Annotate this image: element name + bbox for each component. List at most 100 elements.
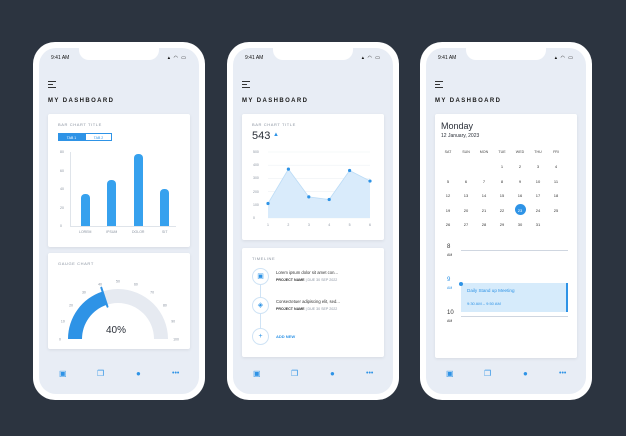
bar-chart: 80 60 40 20 0 LOREM IPSUM DOLOR SIT	[48, 114, 190, 247]
signal-wifi-battery-icon: ▴ ◠ ▭	[361, 55, 381, 61]
x-tick-label: DOLOR	[132, 230, 145, 234]
calendar-day[interactable]: 9	[513, 179, 527, 184]
calendar-day[interactable]: 3	[531, 164, 545, 169]
x-tick-label: SIT	[162, 230, 168, 234]
calendar-day[interactable]: 13	[459, 193, 473, 198]
schedule: 8 AM 9 AM 10 AM Daily Stand up Meeting 9:30 AM …	[435, 240, 577, 355]
line-chart-card: BAR CHART TITLE 543 ▲ 500 400 300 200 100 0 1 2…	[242, 114, 384, 240]
user-icon[interactable]: ●	[330, 368, 335, 380]
calendar-day[interactable]: 17	[531, 193, 545, 198]
user-icon[interactable]: ●	[136, 368, 141, 380]
timeline-item-text: Lorem ipsum dolor sit amet con...	[276, 270, 338, 275]
calendar-day-name: Monday	[441, 121, 474, 131]
user-icon[interactable]: ●	[523, 368, 528, 380]
x-tick-label: 2	[287, 223, 290, 227]
event-block[interactable]: Daily Stand up Meeting 9:30 AM – 9:50 AM	[461, 283, 568, 312]
documents-icon[interactable]: ❐	[97, 368, 104, 380]
am-pm-label: AM	[447, 253, 453, 257]
calendar-day[interactable]: 19	[441, 208, 455, 213]
calendar-day[interactable]: 16	[513, 193, 527, 198]
calendar-day[interactable]: 30	[513, 222, 527, 227]
data-point	[348, 168, 352, 173]
bar	[107, 179, 117, 226]
data-point	[327, 197, 331, 202]
signal-wifi-battery-icon: ▴ ◠ ▭	[167, 55, 187, 61]
page-title: MY DASHBOARD	[242, 98, 309, 104]
status-time: 9:41 AM	[438, 55, 457, 61]
status-time: 9:41 AM	[51, 55, 70, 61]
data-point	[266, 201, 270, 206]
calendar-day[interactable]: 15	[495, 193, 509, 198]
briefcase-icon[interactable]: ▣	[59, 368, 67, 380]
menu-icon[interactable]	[435, 81, 443, 90]
calendar-day[interactable]: 23	[513, 208, 527, 213]
timeline-card: TIMELINE ▣ Lorem ipsum dolor sit amet co…	[242, 248, 384, 357]
menu-icon[interactable]	[242, 81, 250, 90]
calendar-day[interactable]: 7	[477, 179, 491, 184]
calendar-day[interactable]: 26	[441, 222, 455, 227]
calendar-day[interactable]: 28	[477, 222, 491, 227]
hour-line	[461, 316, 568, 317]
calendar-day[interactable]: 4	[549, 164, 563, 169]
status-bar: 9:41 AM ▴ ◠ ▭	[51, 55, 187, 63]
calendar-day[interactable]: 18	[549, 193, 563, 198]
y-tick-label: 60	[60, 168, 64, 173]
calendar-day[interactable]: 8	[495, 179, 509, 184]
y-axis	[70, 152, 71, 226]
status-bar: 9:41 AM ▴ ◠ ▭	[245, 55, 381, 63]
y-tick-label: 400	[253, 163, 259, 168]
gauge-tick-label: 0	[59, 338, 61, 342]
calendar-day[interactable]: 29	[495, 222, 509, 227]
weekday-label: SUN	[462, 150, 470, 154]
briefcase-icon[interactable]: ▣	[446, 368, 454, 380]
project-name: PROJECT NAME	[276, 278, 305, 282]
more-icon[interactable]: •••	[559, 368, 566, 380]
timeline-item[interactable]: ◈ Consectetuer adipiscing elit, sed... P…	[252, 297, 377, 319]
y-tick-label: 100	[253, 202, 259, 207]
calendar-day[interactable]: 25	[549, 208, 563, 213]
add-new-label: ADD NEW	[276, 334, 296, 339]
card-title: TIMELINE	[252, 256, 276, 261]
phone-3-screen: 9:41 AM ▴ ◠ ▭ MY DASHBOARD Monday 12 Jan…	[426, 48, 586, 394]
gauge-tick-label: 50	[116, 280, 120, 284]
calendar-day[interactable]: 12	[441, 193, 455, 198]
more-icon[interactable]: •••	[366, 368, 373, 380]
gauge-fill	[68, 291, 107, 339]
data-point	[307, 195, 311, 199]
add-new-button[interactable]: + ADD NEW	[252, 328, 377, 350]
calendar-day[interactable]: 5	[441, 179, 455, 184]
calendar-day[interactable]: 14	[477, 193, 491, 198]
menu-icon[interactable]	[48, 81, 56, 90]
gauge-tick-label: 20	[69, 303, 73, 307]
more-icon[interactable]: •••	[172, 368, 179, 380]
project-name: PROJECT NAME	[276, 307, 305, 311]
signal-wifi-battery-icon: ▴ ◠ ▭	[554, 55, 574, 61]
timeline-item[interactable]: ▣ Lorem ipsum dolor sit amet con... PROJ…	[252, 268, 377, 290]
documents-icon[interactable]: ❐	[291, 368, 298, 380]
calendar-day[interactable]: 20	[459, 208, 473, 213]
calendar-day[interactable]: 24	[531, 208, 545, 213]
calendar-day[interactable]: 10	[531, 179, 545, 184]
briefcase-icon[interactable]: ▣	[253, 368, 261, 380]
status-bar: 9:41 AM ▴ ◠ ▭	[438, 55, 574, 63]
weekday-label: TUE	[498, 150, 506, 154]
y-tick-label: 300	[253, 176, 259, 181]
calendar-day[interactable]: 22	[495, 208, 509, 213]
calendar-day[interactable]: 27	[459, 222, 473, 227]
event-title: Daily Stand up Meeting	[467, 288, 515, 293]
calendar-day[interactable]: 6	[459, 179, 473, 184]
plus-icon: +	[252, 328, 269, 345]
calendar-day[interactable]: 21	[477, 208, 491, 213]
calendar-day[interactable]: 31	[531, 222, 545, 227]
calendar-day[interactable]: 1	[495, 164, 509, 169]
phone-1-screen: 9:41 AM ▴ ◠ ▭ MY DASHBOARD BAR CHART TIT…	[39, 48, 199, 394]
gauge-tick-label: 60	[134, 282, 138, 286]
calendar-day[interactable]: 2	[513, 164, 527, 169]
line-chart-svg	[266, 151, 372, 219]
documents-icon[interactable]: ❐	[484, 368, 491, 380]
bar	[80, 193, 90, 226]
data-point	[286, 167, 290, 171]
weekday-label: SAT	[444, 150, 452, 154]
calendar-day[interactable]: 11	[549, 179, 563, 184]
hour-label: 8	[447, 244, 451, 250]
